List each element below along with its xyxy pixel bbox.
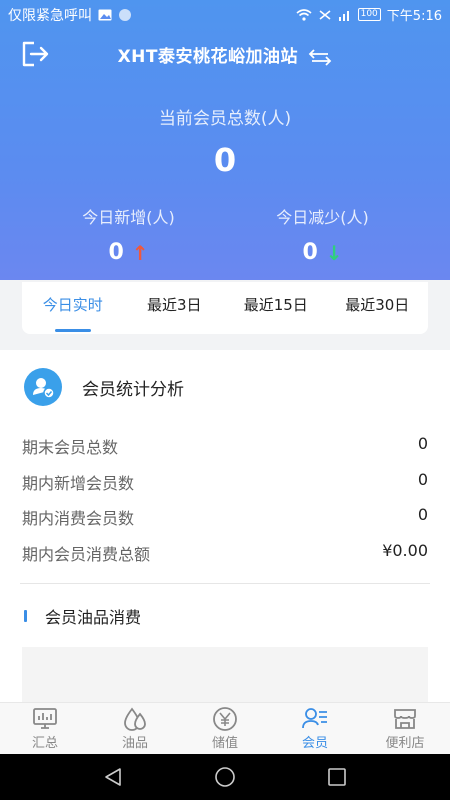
analysis-title: 会员统计分析 (82, 379, 184, 400)
today-reduce-value: 0 (302, 240, 318, 265)
stat-label: 期内消费会员数 (22, 509, 135, 528)
today-new-value: 0 (108, 240, 124, 265)
summary-icon (33, 708, 57, 729)
oil-drop-icon (124, 707, 146, 731)
nav-store[interactable]: 便利店 (360, 703, 450, 754)
tab-last-30-days[interactable]: 最近30日 (327, 282, 429, 334)
yen-icon (213, 707, 237, 731)
nav-label: 便利店 (385, 736, 425, 751)
station-switcher[interactable]: XHT泰安桃花峪加油站 (0, 42, 450, 67)
tab-last-3-days[interactable]: 最近3日 (124, 282, 226, 334)
system-nav-bar (0, 754, 450, 800)
nav-member[interactable]: 会员 (270, 703, 360, 754)
total-members-label: 当前会员总数(人) (158, 109, 292, 129)
stat-label: 期末会员总数 (22, 438, 119, 457)
stat-row-end-total: 期末会员总数 0 (22, 434, 428, 470)
member-stats-icon (24, 368, 62, 406)
carrier-text: 仅限紧急呼叫 (8, 8, 92, 24)
swap-icon (309, 49, 332, 66)
nav-label: 油品 (121, 736, 148, 751)
app-notification-icon (119, 9, 131, 21)
stat-row-new: 期内新增会员数 0 (22, 470, 428, 506)
store-icon (394, 709, 416, 729)
today-new-block: 今日新增(人) 0 ↑ (16, 204, 241, 265)
stat-label: 期内会员消费总额 (22, 544, 151, 564)
stat-row-consuming: 期内消费会员数 0 (22, 505, 428, 541)
no-call-icon (319, 9, 331, 20)
tab-today[interactable]: 今日实时 (22, 282, 124, 334)
today-reduce-block: 今日减少(人) 0 ↓ (210, 204, 435, 265)
member-analysis-card: 会员统计分析 期末会员总数 0 期内新增会员数 0 期内消费会员数 0 期内会员… (0, 350, 450, 702)
battery-icon: 100 (357, 8, 381, 21)
stat-value: 0 (417, 434, 428, 453)
nav-label: 储值 (211, 736, 238, 751)
oil-consumption-header: 会员油品消费 (24, 604, 141, 628)
home-icon[interactable] (214, 766, 236, 788)
image-icon (98, 9, 112, 21)
back-icon[interactable] (102, 766, 124, 788)
nav-stored-value[interactable]: 储值 (180, 703, 270, 754)
nav-label: 会员 (301, 736, 328, 751)
stat-value: 0 (417, 505, 428, 524)
stat-label: 期内新增会员数 (22, 473, 135, 493)
station-name: XHT泰安桃花峪加油站 (117, 47, 298, 67)
nav-oil[interactable]: 油品 (90, 703, 180, 754)
oil-consumption-title: 会员油品消费 (45, 608, 142, 627)
up-arrow-icon: ↑ (131, 240, 149, 265)
tab-last-15-days[interactable]: 最近15日 (225, 282, 327, 334)
recents-icon[interactable] (326, 766, 348, 788)
analysis-header: 会员统计分析 (24, 368, 184, 406)
wifi-icon (296, 8, 312, 21)
section-marker (24, 610, 27, 622)
member-icon (302, 708, 327, 729)
signal-icon (338, 10, 349, 21)
today-reduce-label: 今日减少(人) (276, 208, 369, 227)
period-tabs: 今日实时 最近3日 最近15日 最近30日 (22, 282, 428, 334)
bottom-nav: 汇总 油品 储值 会员 便利店 (0, 702, 450, 754)
stat-row-amount: 期内会员消费总额 ¥0.00 (22, 541, 428, 577)
stats-list: 期末会员总数 0 期内新增会员数 0 期内消费会员数 0 期内会员消费总额 ¥0… (22, 434, 428, 576)
title-bar: XHT泰安桃花峪加油站 (0, 36, 450, 72)
header-panel: 仅限紧急呼叫 100 下午5:16 XHT泰安桃花峪加油站 当前会员总数(人) … (0, 0, 450, 280)
down-arrow-icon: ↓ (325, 240, 343, 265)
today-new-label: 今日新增(人) (82, 208, 175, 227)
stat-value: ¥0.00 (382, 540, 428, 560)
status-bar: 仅限紧急呼叫 100 下午5:16 (0, 0, 450, 28)
divider (20, 583, 430, 584)
nav-label: 汇总 (31, 736, 58, 751)
oil-consumption-chart-area (22, 647, 428, 702)
total-members-value: 0 (213, 141, 237, 179)
stat-value: 0 (417, 469, 428, 489)
clock: 下午5:16 (386, 9, 442, 24)
nav-summary[interactable]: 汇总 (0, 703, 90, 754)
